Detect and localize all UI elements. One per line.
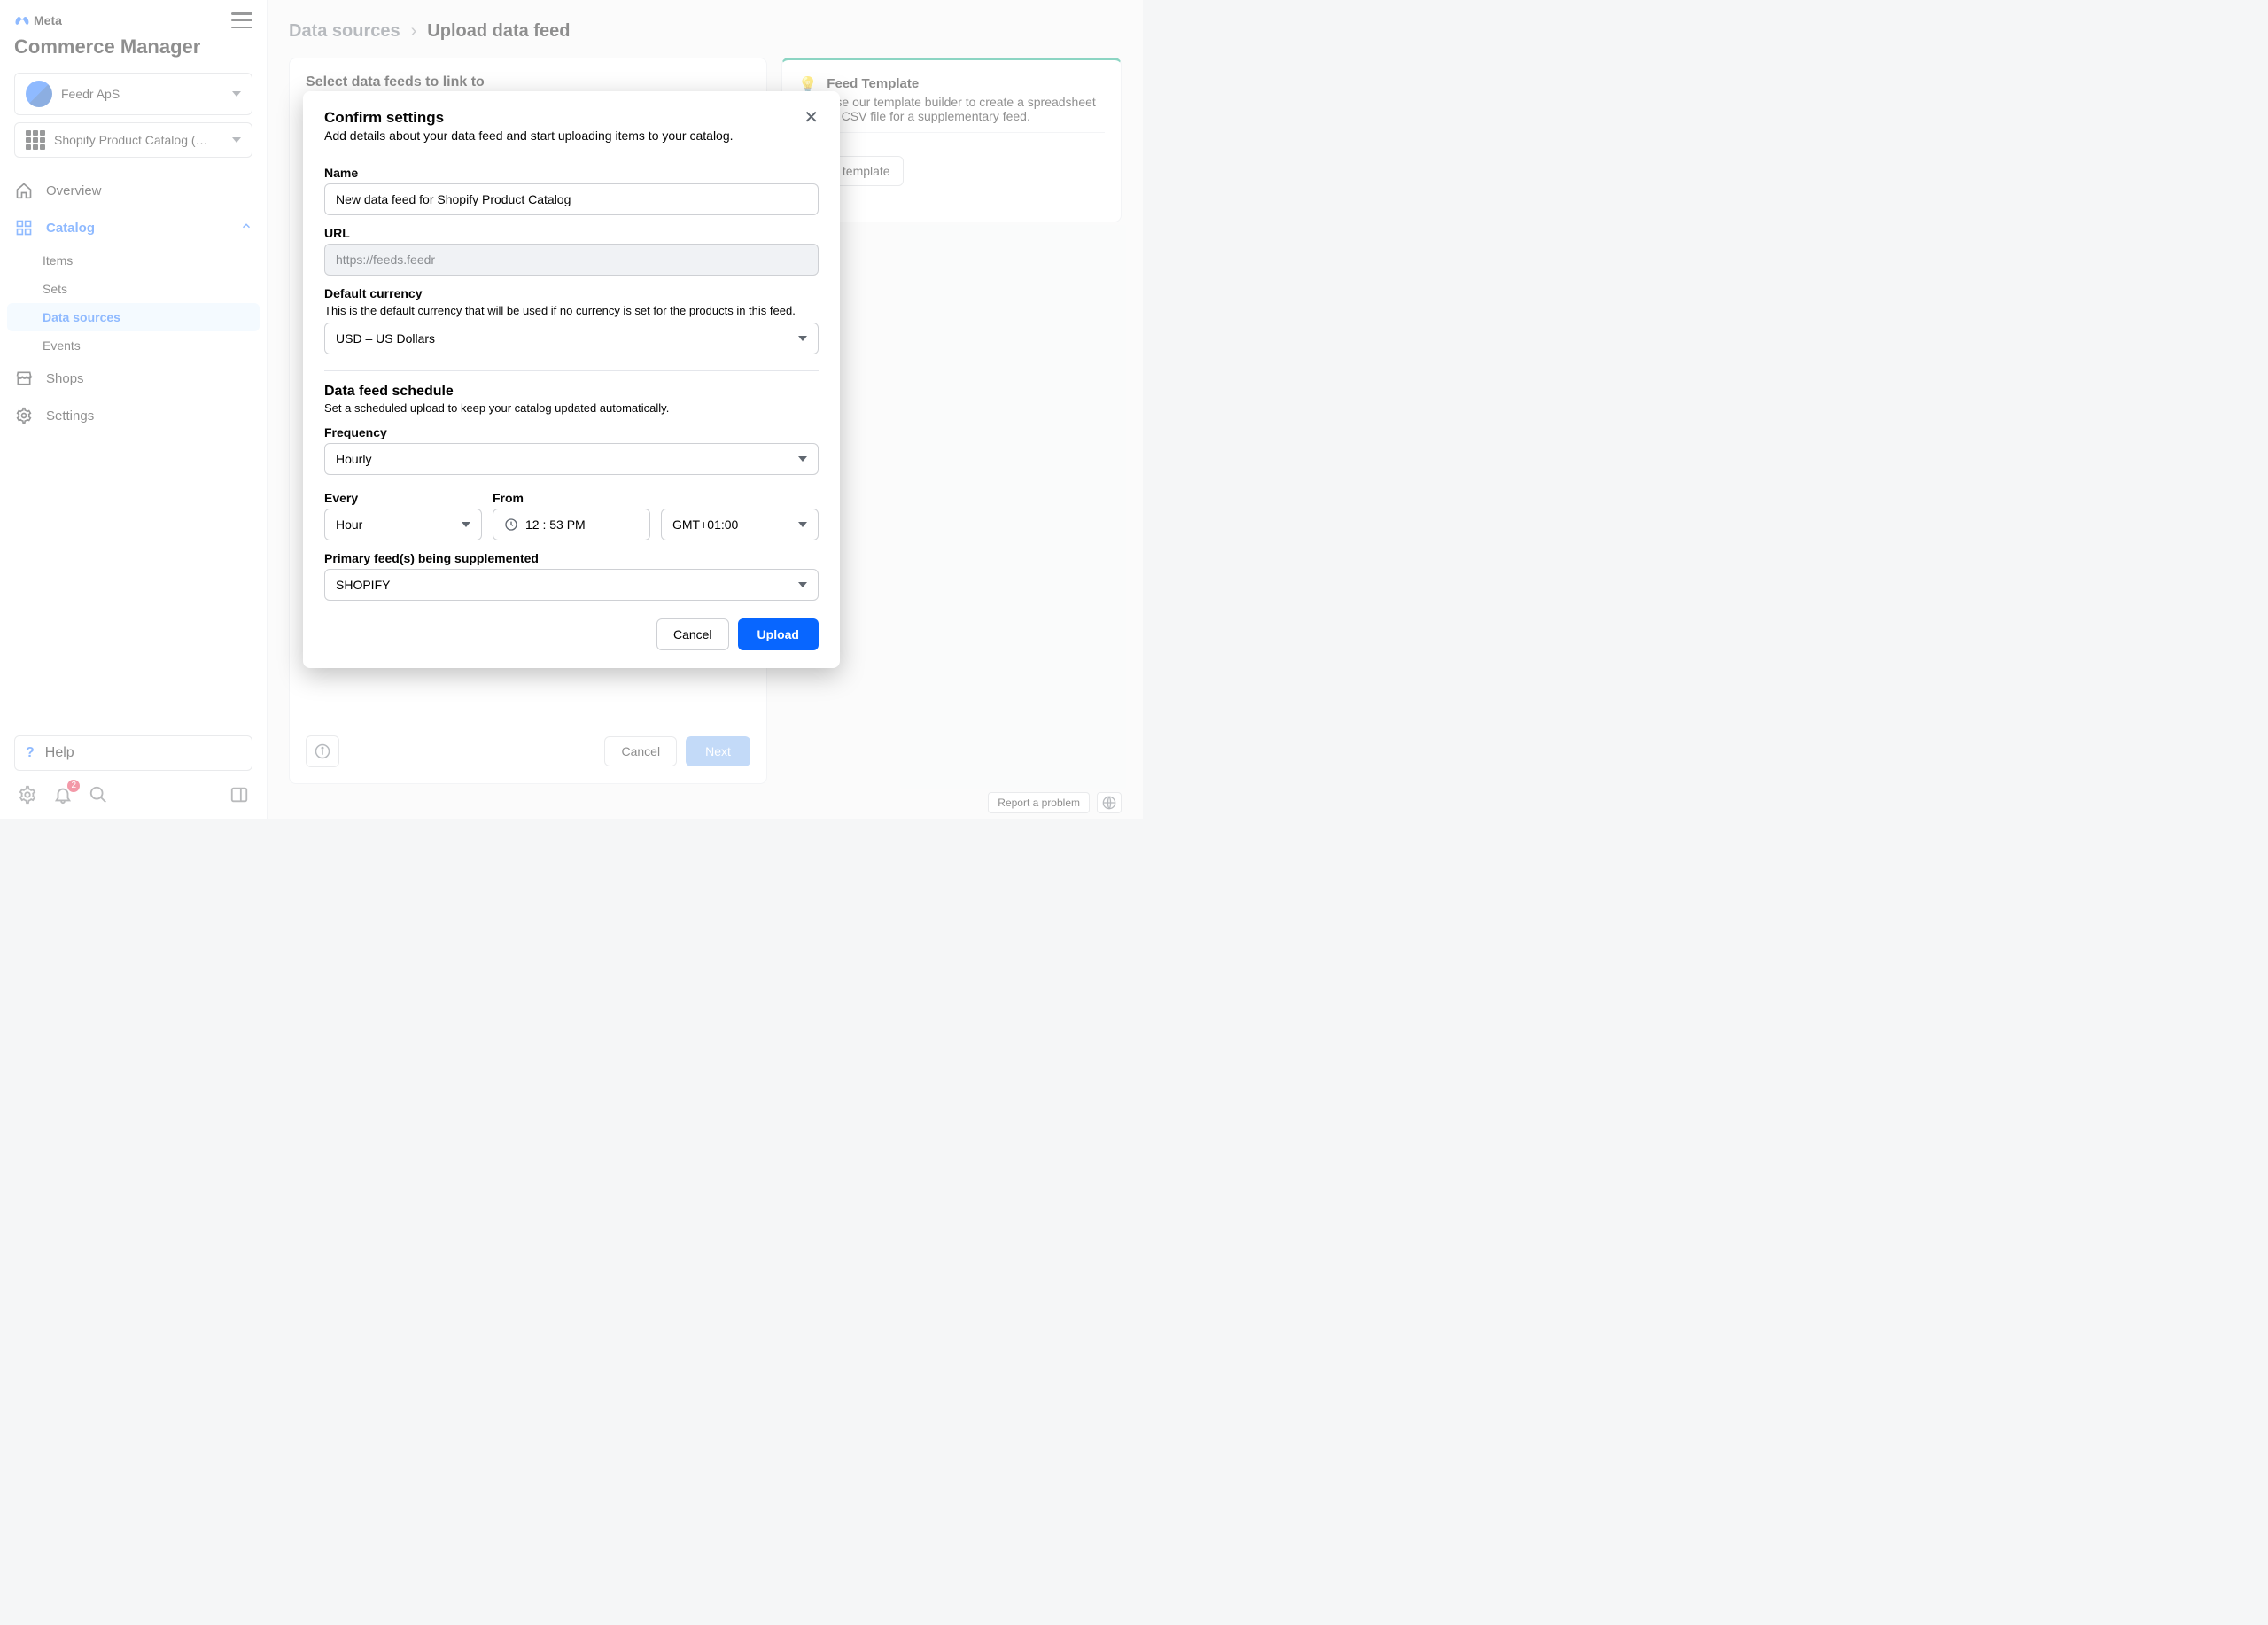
- modal-upload-button[interactable]: Upload: [738, 618, 819, 650]
- chevron-down-icon: [462, 522, 470, 527]
- name-label: Name: [324, 166, 819, 180]
- confirm-settings-modal: Confirm settings Add details about your …: [303, 91, 840, 668]
- modal-title: Confirm settings: [324, 109, 734, 127]
- every-select[interactable]: Hour: [324, 509, 482, 540]
- name-input[interactable]: [324, 183, 819, 215]
- from-label: From: [493, 491, 650, 505]
- modal-cancel-button[interactable]: Cancel: [656, 618, 729, 650]
- every-label: Every: [324, 491, 482, 505]
- close-icon[interactable]: ✕: [804, 109, 819, 127]
- chevron-down-icon: [798, 582, 807, 587]
- from-time-input[interactable]: 12 : 53 PM: [493, 509, 650, 540]
- currency-select[interactable]: USD – US Dollars: [324, 323, 819, 354]
- primary-feed-label: Primary feed(s) being supplemented: [324, 551, 819, 565]
- schedule-title: Data feed schedule: [324, 384, 819, 400]
- chevron-down-icon: [798, 336, 807, 341]
- url-input[interactable]: [324, 244, 819, 276]
- timezone-select[interactable]: GMT+01:00: [661, 509, 819, 540]
- currency-value: USD – US Dollars: [336, 331, 435, 346]
- currency-label: Default currency: [324, 286, 819, 300]
- url-label: URL: [324, 226, 819, 240]
- chevron-down-icon: [798, 456, 807, 462]
- from-value: 12 : 53 PM: [525, 517, 586, 532]
- clock-icon: [504, 517, 518, 532]
- timezone-value: GMT+01:00: [672, 517, 738, 532]
- currency-description: This is the default currency that will b…: [324, 304, 819, 317]
- frequency-select[interactable]: Hourly: [324, 443, 819, 475]
- every-value: Hour: [336, 517, 362, 532]
- primary-feed-select[interactable]: SHOPIFY: [324, 569, 819, 601]
- frequency-value: Hourly: [336, 452, 371, 466]
- primary-feed-value: SHOPIFY: [336, 578, 390, 592]
- chevron-down-icon: [798, 522, 807, 527]
- schedule-subtitle: Set a scheduled upload to keep your cata…: [324, 401, 819, 415]
- frequency-label: Frequency: [324, 425, 819, 439]
- modal-subtitle: Add details about your data feed and sta…: [324, 128, 734, 143]
